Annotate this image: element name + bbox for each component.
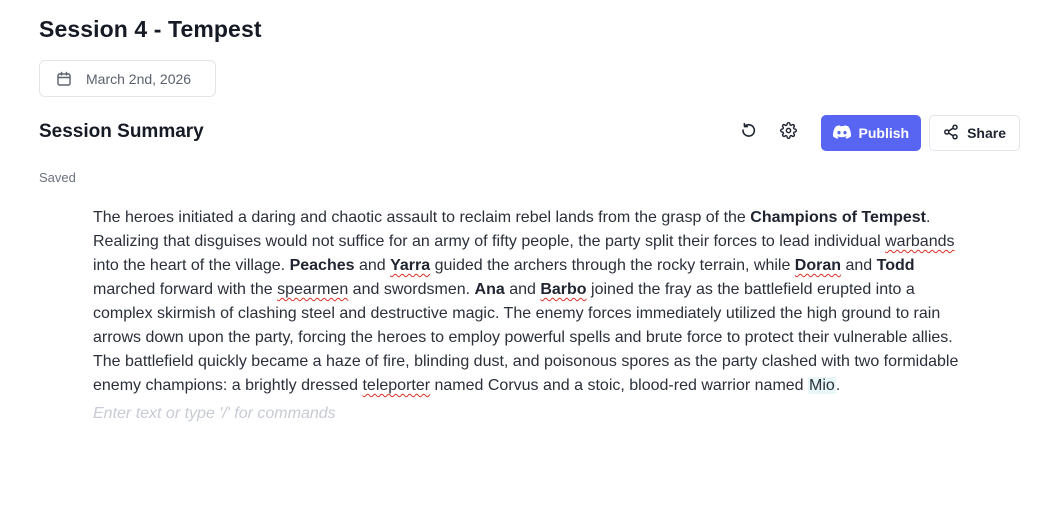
toolbar: Publish Share bbox=[733, 115, 1020, 151]
bold-text: Ana bbox=[474, 281, 505, 298]
calendar-icon bbox=[56, 71, 72, 87]
refresh-button[interactable] bbox=[733, 117, 765, 149]
misspelled-word[interactable]: teleporter bbox=[362, 377, 430, 394]
settings-button[interactable] bbox=[773, 117, 805, 149]
text-run: marched forward with the bbox=[93, 281, 278, 298]
refresh-icon bbox=[740, 122, 757, 144]
bold-text: Champions of Tempest bbox=[750, 209, 926, 226]
misspelled-word[interactable]: Yarra bbox=[390, 257, 430, 274]
text-run: The heroes initiated a daring and chaoti… bbox=[93, 209, 751, 226]
text-run: . bbox=[835, 377, 841, 394]
bold-text: Peaches bbox=[289, 257, 355, 274]
date-label: March 2nd, 2026 bbox=[86, 70, 192, 87]
highlighted-word[interactable]: Mio bbox=[808, 377, 836, 394]
publish-button[interactable]: Publish bbox=[820, 115, 922, 151]
publish-label: Publish bbox=[858, 125, 910, 141]
text-run: and bbox=[504, 281, 541, 298]
rich-text-editor[interactable]: The heroes initiated a daring and chaoti… bbox=[93, 206, 963, 423]
text-run: and bbox=[354, 257, 391, 274]
misspelled-word[interactable]: spearmen bbox=[277, 281, 348, 298]
section-title: Session Summary bbox=[39, 121, 204, 142]
text-run: and bbox=[841, 257, 877, 274]
share-button[interactable]: Share bbox=[929, 115, 1020, 151]
text-run: guided the archers through the rocky ter… bbox=[430, 257, 795, 274]
text-run: and swordsmen. bbox=[348, 281, 475, 298]
date-picker-button[interactable]: March 2nd, 2026 bbox=[39, 60, 216, 97]
save-status: Saved bbox=[39, 170, 76, 185]
text-run: named Corvus and a stoic, blood-red warr… bbox=[430, 377, 809, 394]
bold-text: Todd bbox=[876, 257, 915, 274]
misspelled-word[interactable]: Barbo bbox=[540, 281, 586, 298]
page-title: Session 4 - Tempest bbox=[39, 16, 262, 42]
misspelled-word[interactable]: Doran bbox=[795, 257, 841, 274]
text-run: into the heart of the village. bbox=[93, 257, 290, 274]
discord-icon bbox=[832, 124, 851, 142]
editor-placeholder[interactable]: Enter text or type '/' for commands bbox=[93, 405, 963, 423]
share-label: Share bbox=[967, 125, 1006, 141]
gear-icon bbox=[780, 122, 797, 144]
misspelled-word[interactable]: warbands bbox=[885, 233, 954, 250]
summary-paragraph[interactable]: The heroes initiated a daring and chaoti… bbox=[93, 206, 963, 398]
share-icon bbox=[943, 123, 959, 143]
